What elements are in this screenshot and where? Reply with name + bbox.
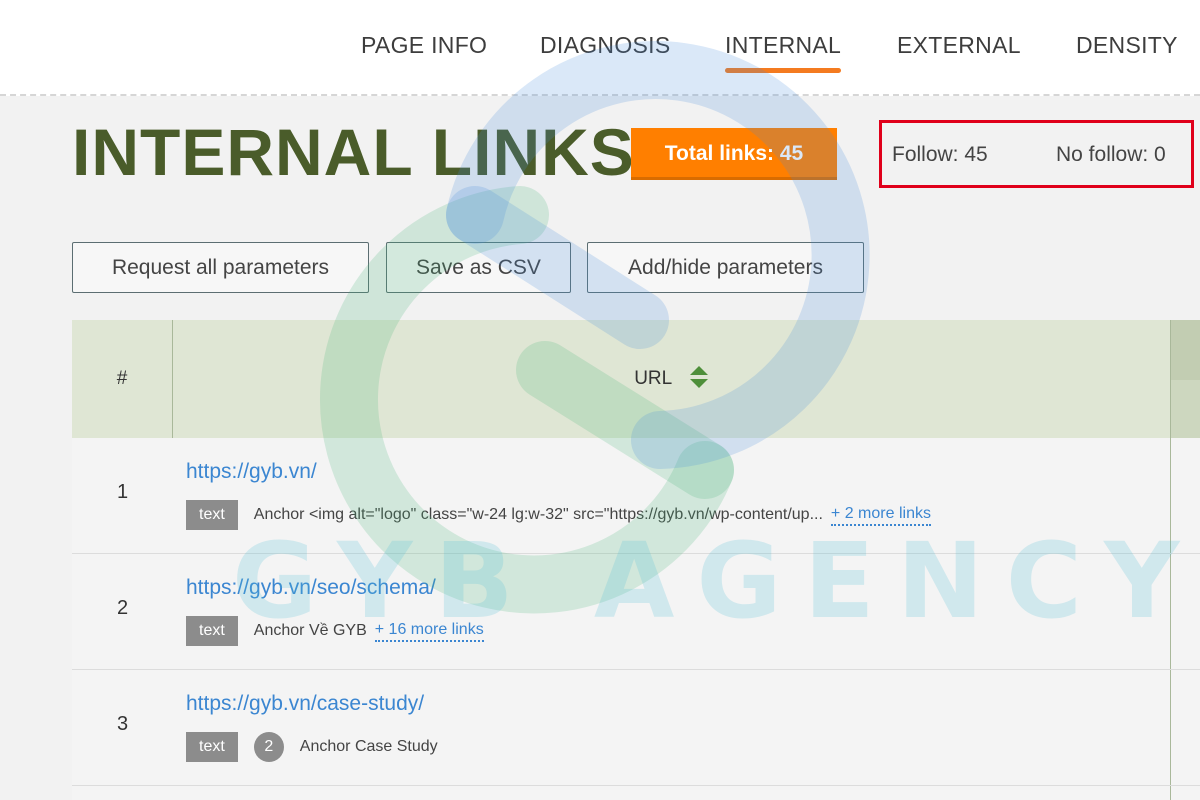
request-all-parameters-button[interactable]: Request all parameters: [72, 242, 369, 293]
sort-icon[interactable]: [689, 364, 709, 390]
follow-stats-box: Follow: 45 No follow: 0: [879, 120, 1194, 188]
link-type-tag: text: [186, 616, 238, 646]
row-divider: [1170, 554, 1171, 669]
link-type-tag: text: [186, 500, 238, 530]
more-links-toggle[interactable]: + 2 more links: [830, 504, 931, 526]
tab-external[interactable]: EXTERNAL: [897, 32, 1021, 59]
table-row: 1 https://gyb.vn/ text Anchor <img alt="…: [72, 438, 1200, 554]
anchor-text: Anchor Về GYB: [253, 622, 367, 639]
page-title: INTERNAL LINKS: [72, 115, 635, 189]
column-header-extra: [1170, 320, 1200, 438]
row-url-link[interactable]: https://gyb.vn/case-study/: [186, 692, 424, 716]
row-meta: text 2 Anchor Case Study: [186, 732, 438, 762]
tab-diagnosis[interactable]: DIAGNOSIS: [540, 32, 671, 59]
anchor-text: Anchor Case Study: [299, 738, 438, 755]
row-number: 1: [116, 481, 129, 503]
page: PAGE INFO DIAGNOSIS INTERNAL EXTERNAL DE…: [0, 0, 1200, 800]
link-type-tag: text: [186, 732, 238, 762]
row-url-link[interactable]: https://gyb.vn/: [186, 460, 317, 484]
row-meta: text Anchor <img alt="logo" class="w-24 …: [186, 500, 931, 530]
row-divider: [1170, 438, 1171, 553]
row-url-link[interactable]: https://gyb.vn/seo/schema/: [186, 576, 436, 600]
follow-count: Follow: 45: [892, 143, 988, 166]
table-row: 2 https://gyb.vn/seo/schema/ text Anchor…: [72, 554, 1200, 670]
table-row: [72, 786, 1200, 800]
column-header-url-label: URL: [634, 368, 672, 389]
internal-links-table: # URL 1 https://gyb.vn/ text Anchor <img…: [72, 320, 1200, 800]
row-number: 2: [116, 597, 129, 619]
top-nav: PAGE INFO DIAGNOSIS INTERNAL EXTERNAL DE…: [0, 0, 1200, 96]
column-header-url[interactable]: URL: [173, 320, 1170, 438]
add-hide-parameters-button[interactable]: Add/hide parameters: [587, 242, 864, 293]
column-header-number: #: [72, 320, 173, 438]
column-header-extra-shade: [1171, 320, 1200, 380]
table-header: # URL: [72, 320, 1200, 438]
occurrence-count-badge: 2: [253, 732, 284, 762]
more-links-toggle[interactable]: + 16 more links: [374, 620, 484, 642]
row-meta: text Anchor Về GYB + 16 more links: [186, 616, 484, 646]
row-divider: [1170, 786, 1171, 800]
tab-density[interactable]: DENSITY: [1076, 32, 1178, 59]
save-as-csv-button[interactable]: Save as CSV: [386, 242, 571, 293]
total-links-badge: Total links: 45: [631, 128, 837, 180]
no-follow-count: No follow: 0: [1056, 143, 1166, 166]
anchor-text: Anchor <img alt="logo" class="w-24 lg:w-…: [253, 506, 823, 523]
tab-page-info[interactable]: PAGE INFO: [361, 32, 487, 59]
row-number: 3: [116, 713, 129, 735]
table-row: 3 https://gyb.vn/case-study/ text 2 Anch…: [72, 670, 1200, 786]
tab-internal[interactable]: INTERNAL: [725, 32, 842, 73]
row-divider: [1170, 670, 1171, 785]
